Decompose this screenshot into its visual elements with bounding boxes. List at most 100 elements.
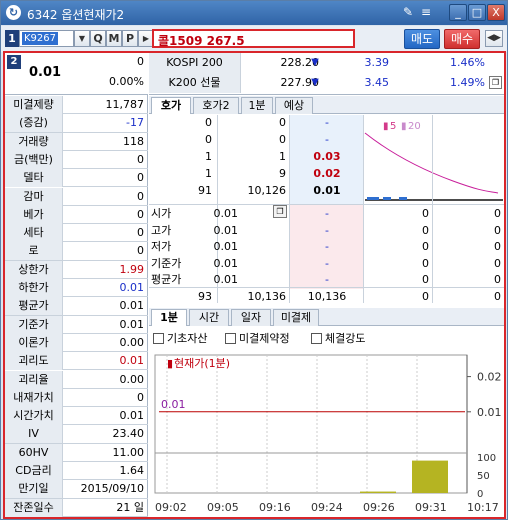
tab-chart-date[interactable]: 일자 — [231, 309, 271, 326]
info-row: 상한가 1.99 — [5, 260, 148, 279]
ask-count-cell: 10,126 — [247, 184, 287, 197]
menu-icon[interactable]: ≡ — [421, 5, 431, 19]
info-label: 내재가치 — [5, 388, 63, 407]
info-value: 0 — [137, 390, 144, 404]
check-underlying[interactable]: 기초자산 — [153, 330, 207, 346]
info-row: 로0 — [5, 242, 148, 261]
chart-options: 기초자산 미결제약정 체결강도 — [149, 327, 504, 347]
current-price: 0.01 — [29, 65, 62, 80]
total-cell: 93 — [198, 290, 212, 303]
info-label-cell: 평균가 — [151, 273, 182, 286]
popup-icon[interactable]: ❐ — [273, 205, 287, 218]
mini-legend-20: ▮ — [401, 121, 407, 132]
mini-legend-5: ▮ — [383, 121, 389, 132]
info-value: 0 — [137, 152, 144, 166]
bid-count-cell: 0 — [494, 273, 501, 286]
index-name: KOSPI 200 — [149, 53, 241, 73]
bid-price-cell: - — [325, 256, 329, 270]
info-value-cell: 0.01 — [213, 207, 239, 220]
info-value: 21 일 — [116, 500, 144, 514]
info-value: 0 — [137, 226, 144, 240]
mini-legend-5-label: 5 — [390, 121, 396, 132]
info-row: IV 23.40 — [5, 425, 148, 444]
info-value: 1.99 — [119, 262, 145, 276]
tab-chart-1min[interactable]: 1분 — [151, 309, 187, 326]
x-tick-label: 09:26 — [363, 501, 395, 514]
index-panel: KOSPI 200 228.20 ▼ 3.39 1.46% K200 선물 22… — [149, 53, 504, 95]
index-row: KOSPI 200 228.20 ▼ 3.39 1.46% — [149, 53, 504, 73]
info-label: 하한가 — [5, 279, 63, 297]
info-value: 23.40 — [112, 427, 145, 441]
down-arrow-icon: ▼ — [311, 57, 319, 68]
tab-1min[interactable]: 1분 — [241, 97, 273, 114]
check-underlying-label: 기초자산 — [167, 332, 208, 345]
price-change-pct: 0.00% — [109, 75, 144, 88]
info-label: CD금리 — [5, 462, 63, 480]
minimize-button[interactable]: _ — [449, 4, 467, 21]
checkbox-icon — [153, 332, 164, 344]
code-input[interactable]: K9267 — [19, 30, 74, 47]
tab-hoga[interactable]: 호가 — [151, 97, 191, 114]
info-row: 거래량 118 — [5, 132, 148, 151]
info-row: 베가 0 — [5, 205, 148, 225]
check-open-interest[interactable]: 미결제약정 — [225, 330, 290, 346]
screen-number-badge: 1 — [5, 30, 19, 47]
bid-qty-cell: 0 — [422, 240, 429, 253]
tab-chart-oi[interactable]: 미결제 — [273, 309, 319, 326]
title-bar: ↻ 6342 옵션현재가2 ✎ ≡ _ □ X — [1, 1, 507, 25]
expand-icon[interactable]: ◀▶ — [485, 30, 503, 47]
maximize-button[interactable]: □ — [468, 4, 486, 21]
info-label: 괴리도 — [5, 352, 63, 371]
info-value-cell: 0.01 — [213, 256, 239, 270]
index-pct: 1.46% — [450, 56, 485, 69]
app-icon: ↻ — [6, 5, 21, 20]
checkbox-icon — [311, 332, 322, 344]
dropdown-button[interactable]: ▼ — [74, 30, 90, 47]
info-value: 0.01 — [119, 299, 145, 313]
index-row: K200 선물 227.90 ▼ 3.45 1.49% ❐ — [149, 73, 504, 93]
window-title: 6342 옵션현재가2 — [27, 8, 125, 22]
option-name-box[interactable]: 콜1509 267.5 — [152, 29, 355, 48]
volume-tick-label: 0 — [477, 489, 483, 500]
info-value: 0 — [137, 207, 144, 221]
popup-icon[interactable]: ❐ — [489, 76, 502, 89]
ask-qty-cell: 91 — [198, 184, 212, 197]
search-q-button[interactable]: Q — [90, 30, 106, 47]
info-label: 금(백만) — [5, 150, 63, 169]
search-p-button[interactable]: P — [122, 30, 138, 47]
tab-hoga2[interactable]: 호가2 — [193, 97, 239, 114]
ask-count-cell: 1 — [279, 150, 286, 163]
ask-count-cell: 9 — [279, 167, 286, 180]
info-value: 11,787 — [105, 98, 145, 111]
info-label: 괴리율 — [5, 370, 63, 389]
info-value: 0.01 — [119, 409, 145, 423]
search-m-button[interactable]: M — [106, 30, 122, 47]
tab-chart-time[interactable]: 시간 — [189, 309, 229, 326]
pin-icon[interactable]: ✎ — [403, 5, 413, 19]
info-value: 0 — [137, 189, 144, 203]
info-label: 잔존일수 — [5, 498, 63, 517]
right-panel: KOSPI 200 228.20 ▼ 3.39 1.46% K200 선물 22… — [149, 53, 504, 517]
info-value: -17 — [126, 116, 144, 130]
ask-qty-cell: 0 — [205, 116, 212, 129]
info-row: 괴리율 0.00 — [5, 370, 148, 389]
tab-expected[interactable]: 예상 — [275, 97, 313, 114]
index-pct: 1.49% — [450, 76, 485, 89]
mini-chart: ▮ 5 ▮ 20 — [363, 115, 504, 203]
chart-tabs: 1분 시간 일자 미결제 — [149, 308, 504, 326]
bid-count-cell: 0 — [494, 256, 501, 270]
check-strength[interactable]: 체결강도 — [311, 330, 365, 346]
y-tick-label: 0.01 — [477, 406, 502, 419]
ask-count-cell: 0 — [279, 133, 286, 146]
info-label: 미결제량 — [5, 96, 63, 114]
buy-button[interactable]: 매수 — [444, 29, 480, 49]
close-button[interactable]: X — [487, 4, 505, 21]
info-row: 델타 0 — [5, 169, 148, 188]
sell-button[interactable]: 매도 — [404, 29, 440, 49]
info-row: 이론가 0.00 — [5, 333, 148, 353]
mini-bar — [367, 197, 379, 200]
bid-price-cell: - — [325, 240, 329, 253]
bid-price-cell: - — [325, 207, 329, 220]
info-value: 0.01 — [119, 281, 145, 294]
ask-price-cell: - — [325, 133, 329, 146]
